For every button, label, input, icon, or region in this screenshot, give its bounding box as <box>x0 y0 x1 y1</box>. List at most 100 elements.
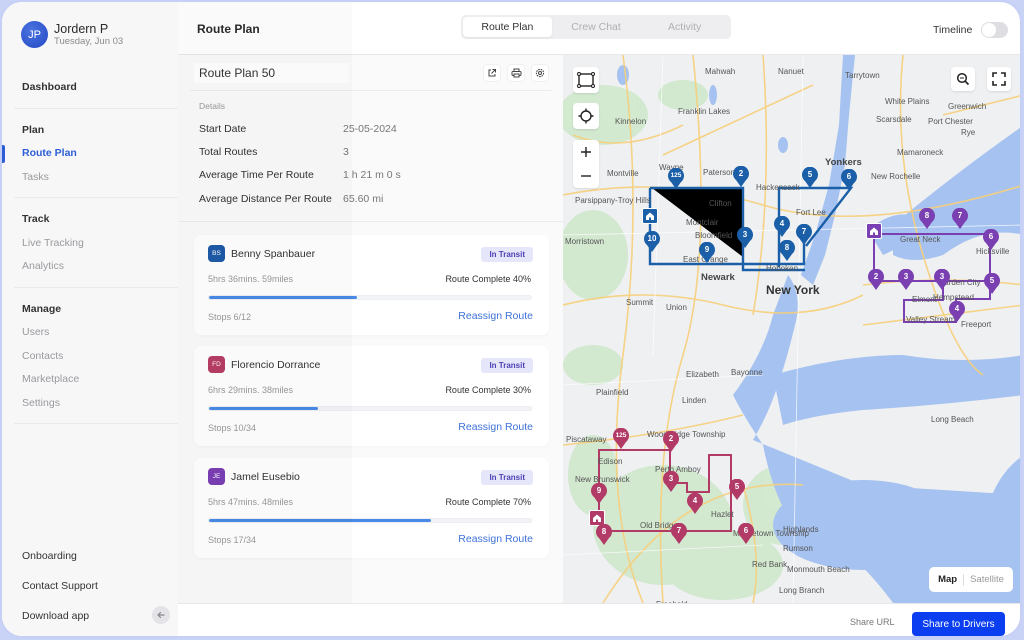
map-label-port-chester: Port Chester <box>928 117 973 126</box>
route-complete: Route Complete 30% <box>445 385 531 395</box>
route-stop-marker[interactable]: 2 <box>867 269 885 291</box>
stop-number: 8 <box>924 211 930 220</box>
route-stop-marker[interactable]: 125 <box>667 168 685 190</box>
route-meta: 6hrs 29mins. 38miles <box>208 385 294 395</box>
sidebar-item-settings[interactable]: Settings <box>14 392 179 416</box>
route-stop-marker[interactable]: 5 <box>728 479 746 501</box>
route-stop-marker[interactable]: 5 <box>983 273 1001 295</box>
stop-number: 5 <box>734 482 740 491</box>
user-profile[interactable]: JP Jordern P Tuesday, Jun 03 <box>21 21 123 48</box>
sidebar-item-contacts[interactable]: Contacts <box>14 345 179 369</box>
route-stop-marker[interactable]: 6 <box>982 229 1000 251</box>
route-stop-marker[interactable]: 8 <box>778 240 796 262</box>
route-stop-marker[interactable]: 5 <box>801 167 819 189</box>
route-stop-marker[interactable]: 9 <box>698 242 716 264</box>
route-stop-marker[interactable]: 7 <box>795 224 813 246</box>
route-stop-marker[interactable]: 3 <box>662 471 680 493</box>
stop-number: 2 <box>668 434 674 443</box>
map-type-satellite[interactable]: Satellite <box>970 574 1004 585</box>
route-stop-marker[interactable]: 10 <box>643 231 661 253</box>
route-stop-marker[interactable]: 4 <box>773 216 791 238</box>
draw-area-button[interactable] <box>573 67 599 93</box>
route-card[interactable]: FD Florencio Dorrance In Transit 6hrs 29… <box>194 346 549 446</box>
route-stop-marker[interactable]: 6 <box>840 169 858 191</box>
map-base <box>563 55 1020 603</box>
route-stop-marker[interactable]: 4 <box>948 301 966 323</box>
print-button[interactable] <box>507 64 525 82</box>
map-label-nanuet: Nanuet <box>778 67 804 76</box>
sidebar-item-live-tracking[interactable]: Live Tracking <box>14 232 179 256</box>
route-stop-marker[interactable]: 4 <box>686 493 704 515</box>
map-type-map[interactable]: Map <box>938 574 957 585</box>
reassign-route-link[interactable]: Reassign Route <box>458 310 533 322</box>
sidebar-item-contact-support[interactable]: Contact Support <box>22 578 167 608</box>
zoom-in-icon[interactable] <box>580 146 592 158</box>
map-label-bayonne: Bayonne <box>731 368 763 377</box>
route-progress-fill <box>209 519 432 522</box>
map-label-montclair: Montclair <box>686 218 719 227</box>
map-label-morristown: Morristown <box>565 237 605 246</box>
map-label-hackensack: Hackensack <box>756 183 800 192</box>
route-plan-panel: Route Plan 50 Details Start Date 25-05-2… <box>178 55 563 603</box>
route-card[interactable]: JE Jamel Eusebio In Transit 5hrs 47mins.… <box>194 458 549 558</box>
route-stops: Stops 10/34 <box>208 423 257 433</box>
route-stop-marker[interactable]: 125 <box>612 428 630 450</box>
route-stops: Stops 17/34 <box>208 535 257 545</box>
sidebar-item-users[interactable]: Users <box>14 321 179 345</box>
open-external-button[interactable] <box>483 64 501 82</box>
map-label-new-rochelle: New Rochelle <box>871 172 921 181</box>
fullscreen-button[interactable] <box>987 67 1011 91</box>
route-stop-marker[interactable]: 3 <box>897 269 915 291</box>
route-stop-marker[interactable]: 7 <box>670 523 688 545</box>
share-url-button[interactable]: Share URL <box>850 617 895 627</box>
route-stop-marker[interactable]: 8 <box>595 524 613 546</box>
stop-number: 8 <box>601 527 607 536</box>
route-map[interactable]: Mahwah Nanuet Tarrytown White Plains Greenwi… <box>563 55 1020 603</box>
route-stop-marker[interactable]: 2 <box>732 166 750 188</box>
reassign-route-link[interactable]: Reassign Route <box>458 421 533 433</box>
map-label-new-york: New York <box>766 283 820 297</box>
tab-activity[interactable]: Activity <box>640 17 729 37</box>
status-badge: In Transit <box>481 358 533 373</box>
route-stop-marker[interactable]: 6 <box>737 523 755 545</box>
my-location-button[interactable] <box>573 103 599 129</box>
route-progress-bar <box>208 295 532 300</box>
collapse-sidebar-button[interactable] <box>152 606 170 624</box>
map-label-mahwah: Mahwah <box>705 67 736 76</box>
zoom-out-icon[interactable] <box>580 170 592 182</box>
route-stop-marker[interactable]: 3 <box>933 269 951 291</box>
route-stop-marker[interactable]: 9 <box>590 483 608 505</box>
sidebar-item-onboarding[interactable]: Onboarding <box>22 548 167 578</box>
route-card[interactable]: BS Benny Spanbauer In Transit 5hrs 36min… <box>194 235 549 335</box>
sidebar-item-dashboard[interactable]: Dashboard <box>14 76 179 100</box>
route-stop-marker[interactable]: 7 <box>951 208 969 230</box>
stop-number: 2 <box>738 169 744 178</box>
route-stop-marker[interactable]: 3 <box>736 227 754 249</box>
route-start-marker[interactable] <box>866 223 882 239</box>
sidebar-item-marketplace[interactable]: Marketplace <box>14 368 179 392</box>
sidebar-item-download-app[interactable]: Download app <box>22 606 170 636</box>
tab-crew-chat[interactable]: Crew Chat <box>552 17 641 37</box>
map-search-button[interactable] <box>951 67 975 91</box>
stop-number: 6 <box>846 172 852 181</box>
map-label-tarrytown: Tarrytown <box>845 71 880 80</box>
detail-row: Total Routes 3 <box>199 140 401 163</box>
driver-name: Benny Spanbauer <box>231 247 316 260</box>
external-link-icon <box>488 69 496 77</box>
route-start-marker[interactable] <box>642 208 658 224</box>
sidebar-item-route-plan[interactable]: Route Plan <box>2 142 179 166</box>
map-label-summit: Summit <box>626 298 654 307</box>
route-stop-marker[interactable]: 8 <box>918 208 936 230</box>
share-to-drivers-button[interactable]: Share to Drivers <box>912 612 1005 636</box>
route-stop-marker[interactable]: 2 <box>662 431 680 453</box>
sidebar-item-tasks[interactable]: Tasks <box>14 166 179 190</box>
sidebar-item-analytics[interactable]: Analytics <box>14 255 179 279</box>
reassign-route-link[interactable]: Reassign Route <box>458 533 533 545</box>
detail-key: Total Routes <box>199 145 258 158</box>
timeline-toggle[interactable] <box>981 22 1009 38</box>
view-tabs: Route Plan Crew Chat Activity <box>461 15 731 39</box>
plan-settings-button[interactable] <box>531 64 549 82</box>
tab-route-plan[interactable]: Route Plan <box>463 17 552 37</box>
plan-name-field[interactable]: Route Plan 50 <box>194 63 349 83</box>
route-progress-bar <box>208 518 532 523</box>
